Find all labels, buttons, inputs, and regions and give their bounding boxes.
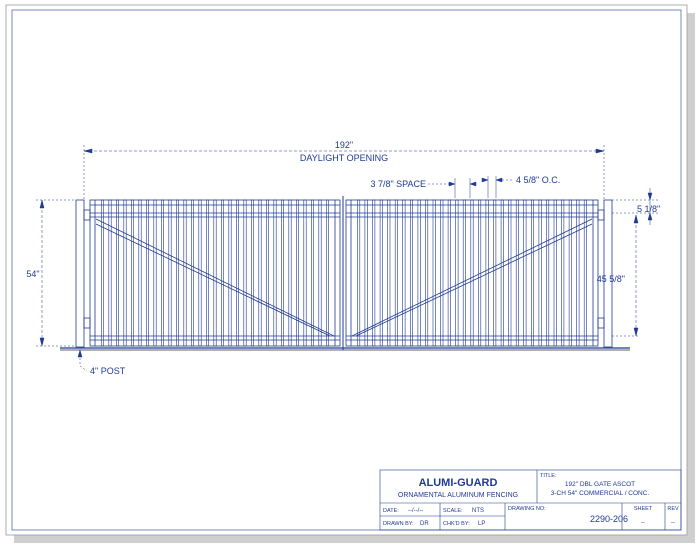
drawing-no-label: DRAWING NO: bbox=[508, 506, 546, 512]
dim-width-value: 192" bbox=[335, 140, 353, 150]
sheet-label: SHEET bbox=[634, 506, 653, 512]
sheet-border bbox=[5, 4, 688, 536]
drawn-by-label: DRAWN BY: bbox=[383, 521, 414, 527]
scale-value: NTS bbox=[472, 508, 484, 514]
dim-top-gap: 5 1/8" bbox=[637, 204, 660, 214]
dim-post: 4" POST bbox=[90, 366, 126, 376]
company-name: ALUMI-GUARD bbox=[419, 477, 498, 489]
rev-value: -- bbox=[671, 520, 675, 526]
title-line-1: 192" DBL GATE ASCOT bbox=[565, 481, 635, 488]
drawing-canvas: 192" DAYLIGHT OPENING 3 7/8" SPACE 4 5/8… bbox=[5, 4, 695, 543]
dim-height-total: 54" bbox=[26, 269, 39, 279]
date-label: DATE: bbox=[383, 508, 399, 514]
title-label: TITLE: bbox=[540, 473, 557, 479]
dim-oc: 4 5/8" O.C. bbox=[516, 175, 560, 185]
scale-label: SCALE: bbox=[443, 508, 463, 514]
company-subtitle: ORNAMENTAL ALUMINUM FENCING bbox=[398, 492, 518, 499]
dim-width-label: DAYLIGHT OPENING bbox=[300, 153, 388, 163]
checked-by-value: LP bbox=[478, 521, 485, 527]
drawing-sheet: 192" DAYLIGHT OPENING 3 7/8" SPACE 4 5/8… bbox=[0, 0, 700, 550]
title-line-2: 3-CH 54" COMMERCIAL / CONC. bbox=[551, 490, 650, 497]
checked-by-label: CHK'D BY: bbox=[443, 521, 470, 527]
dim-space: 3 7/8" SPACE bbox=[370, 179, 426, 189]
date-value: --/--/-- bbox=[408, 508, 423, 514]
rev-label: REV bbox=[667, 506, 679, 512]
drawn-by-value: DR bbox=[420, 521, 429, 527]
dim-picket-height: 45 5/8" bbox=[597, 274, 625, 284]
drawing-no-value: 2290-206 bbox=[590, 514, 628, 524]
sheet-value: -- bbox=[641, 520, 645, 526]
